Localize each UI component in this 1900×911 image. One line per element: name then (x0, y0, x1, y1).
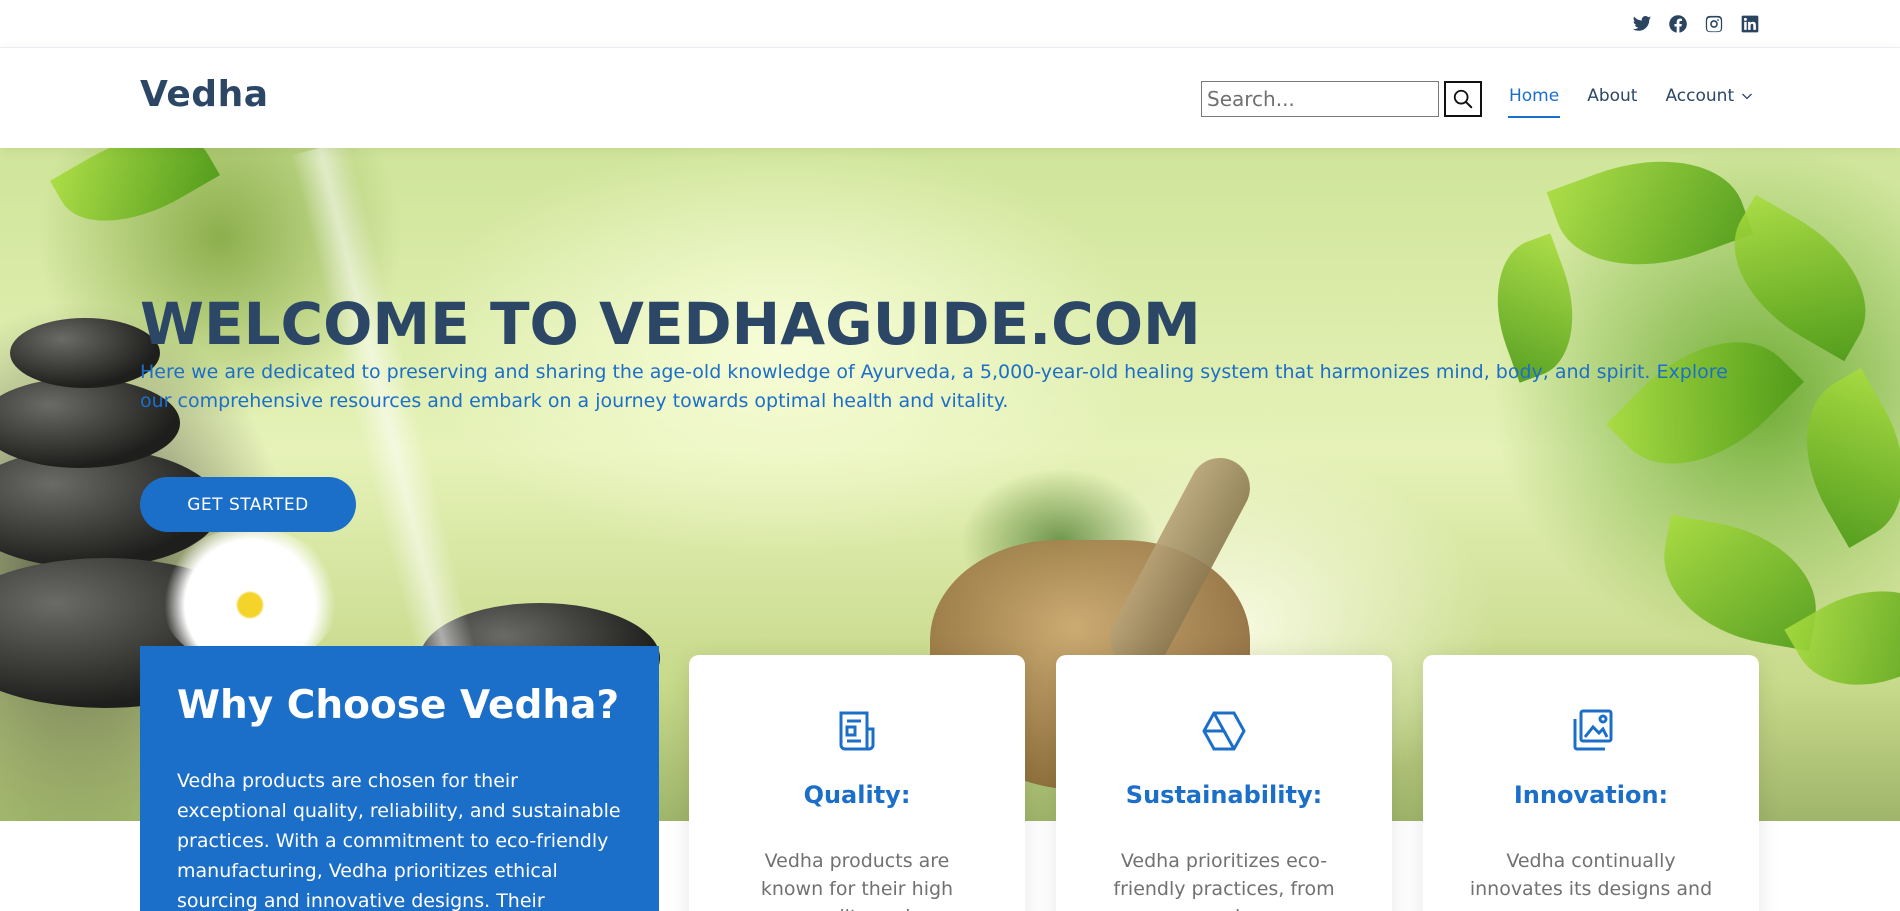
search-input[interactable] (1201, 81, 1439, 117)
nav-item-about[interactable]: About (1587, 86, 1637, 106)
social-links (1630, 12, 1762, 36)
hexagon-icon (1200, 707, 1248, 755)
feature-text: Vedha continually innovates its designs … (1469, 850, 1713, 900)
nav-item-label: About (1587, 86, 1638, 106)
site-logo[interactable]: Vedha (140, 74, 269, 115)
feature-text: Vedha products are known for their high … (760, 850, 954, 911)
site-header: Vedha Home About Account (0, 48, 1900, 148)
why-choose-title: Why Choose Vedha? (177, 683, 620, 728)
nav-item-label: Account (1665, 86, 1735, 106)
feature-title: Sustainability: (1125, 781, 1323, 809)
feature-title: Innovation: (1513, 781, 1669, 809)
facebook-icon[interactable] (1666, 12, 1690, 36)
linkedin-icon[interactable] (1738, 12, 1762, 36)
get-started-button[interactable]: GET STARTED (140, 477, 356, 532)
hero-title: WELCOME TO VEDHAGUIDE.COM (140, 290, 1201, 358)
top-bar (0, 0, 1900, 48)
feature-text: Vedha prioritizes eco-friendly practices… (1113, 850, 1335, 911)
instagram-icon[interactable] (1702, 12, 1726, 36)
why-choose-text: Vedha products are chosen for their exce… (177, 770, 621, 911)
hero-description: Here we are dedicated to preserving and … (140, 361, 1728, 412)
feature-title: Quality: (803, 781, 911, 809)
search-icon (1453, 89, 1473, 109)
chevron-down-icon (1742, 93, 1753, 100)
search-button[interactable] (1444, 81, 1482, 117)
document-icon (833, 707, 881, 755)
feature-card-quality: Quality: Vedha products are known for th… (689, 655, 1025, 911)
image-gallery-icon (1567, 707, 1615, 755)
nav-item-home[interactable]: Home (1507, 86, 1561, 118)
twitter-icon[interactable] (1630, 12, 1654, 36)
feature-card-innovation: Innovation: Vedha continually innovates … (1423, 655, 1759, 911)
nav-item-account[interactable]: Account (1665, 86, 1753, 106)
feature-card-sustainability: Sustainability: Vedha prioritizes eco-fr… (1056, 655, 1392, 911)
nav-item-label: Home (1509, 86, 1560, 106)
main-nav: Home About Account (1507, 86, 1781, 118)
why-choose-box: Why Choose Vedha? Vedha products are cho… (140, 646, 659, 911)
